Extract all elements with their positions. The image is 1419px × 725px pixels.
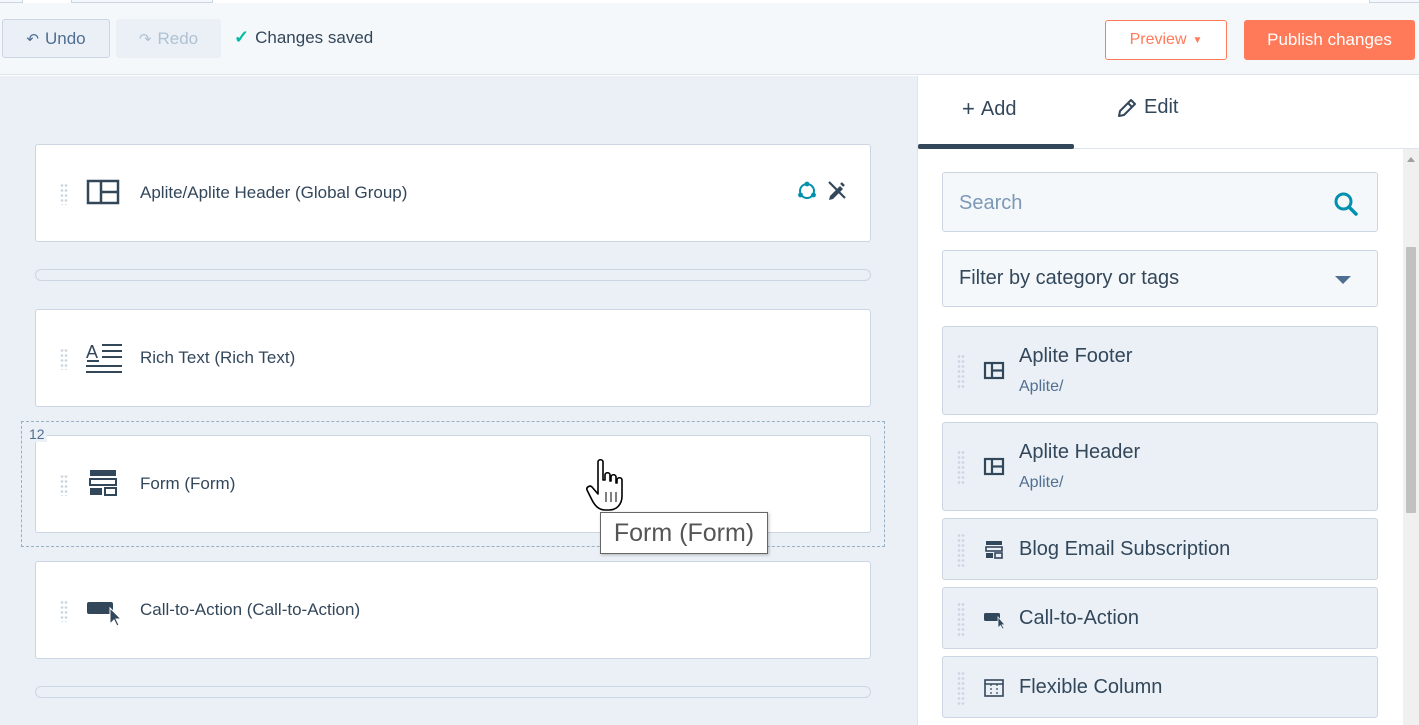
sidebar-panel: + Add Edit Filter by category or tags (917, 76, 1419, 725)
drop-zone-bar[interactable] (35, 269, 871, 281)
undo-label: Undo (44, 28, 86, 48)
hand-cursor-icon (586, 458, 623, 511)
preview-label: Preview (1129, 31, 1187, 48)
module-subtitle: Aplite/ (1019, 474, 1064, 491)
redo-label: Redo (157, 28, 199, 48)
module-list-item[interactable]: Call-to-Action (942, 587, 1378, 649)
module-title: Aplite Header (1019, 441, 1141, 463)
drag-handle-icon[interactable] (60, 600, 68, 622)
drag-handle-icon[interactable] (957, 533, 965, 567)
caret-down-icon: ▼ (1192, 34, 1203, 46)
pencil-icon (1118, 98, 1136, 117)
scroll-up-arrow-icon[interactable] (1407, 157, 1415, 162)
global-group-icon[interactable] (796, 179, 818, 201)
form-icon (985, 541, 1003, 559)
search-input[interactable] (959, 189, 1319, 217)
category-filter-dropdown[interactable]: Filter by category or tags (942, 250, 1378, 307)
layout-icon (86, 179, 120, 205)
module-subtitle: Aplite/ (1019, 378, 1064, 395)
checkmark-icon: ✓ (234, 27, 250, 47)
layout-icon (983, 361, 1005, 380)
publish-changes-button[interactable]: Publish changes (1244, 20, 1415, 60)
drag-handle-icon[interactable] (60, 348, 68, 370)
tab-add[interactable]: + Add (962, 96, 1016, 122)
preview-button[interactable]: Preview ▼ (1105, 20, 1227, 60)
drag-handle-icon[interactable] (60, 183, 68, 205)
tab-edit-label: Edit (1144, 96, 1179, 118)
editor-canvas: Aplite/Aplite Header (Global Group) A Ri… (0, 76, 917, 725)
module-label: Rich Text (Rich Text) (140, 348, 296, 367)
drop-zone-bar[interactable] (35, 686, 871, 698)
redo-icon: ↷ (138, 30, 152, 48)
undo-icon: ↶ (26, 30, 39, 48)
panel-scrollbar[interactable] (1403, 149, 1419, 725)
cta-icon (87, 602, 122, 626)
svg-text:A: A (86, 342, 98, 362)
cta-icon (984, 613, 1005, 629)
save-status: ✓ Changes saved (234, 27, 373, 48)
panel-tabs: + Add Edit (918, 76, 1419, 149)
rich-text-icon: A (86, 342, 122, 373)
tab-edit[interactable]: Edit (1116, 96, 1178, 119)
flexible-column-icon (984, 679, 1004, 697)
module-label: Aplite/Aplite Header (Global Group) (140, 183, 408, 202)
module-search (942, 172, 1378, 232)
drag-handle-icon[interactable] (957, 671, 965, 705)
edit-off-icon[interactable] (826, 179, 848, 201)
plus-icon: + (962, 96, 975, 121)
module-aplite-header[interactable]: Aplite/Aplite Header (Global Group) (35, 144, 871, 242)
editor-toolbar: ↶ Undo ↷ Redo ✓ Changes saved Preview ▼ … (0, 3, 1419, 75)
module-list-item[interactable]: Flexible Column (942, 656, 1378, 718)
module-title: Blog Email Subscription (1019, 538, 1231, 560)
module-call-to-action[interactable]: Call-to-Action (Call-to-Action) (35, 561, 871, 659)
redo-button[interactable]: ↷ Redo (116, 19, 221, 58)
search-icon[interactable] (1333, 191, 1359, 217)
module-index-badge: 12 (27, 426, 47, 442)
module-actions (796, 179, 848, 201)
drag-handle-icon[interactable] (957, 602, 965, 636)
module-title: Aplite Footer (1019, 345, 1133, 367)
module-list-item[interactable]: Aplite Header Aplite/ (942, 422, 1378, 511)
module-list-item[interactable]: Blog Email Subscription (942, 518, 1378, 580)
layout-icon (983, 457, 1005, 476)
tooltip: Form (Form) (600, 512, 768, 554)
filter-label: Filter by category or tags (959, 267, 1180, 289)
drag-handle-icon[interactable] (957, 450, 965, 484)
save-status-text: Changes saved (255, 27, 374, 47)
module-title: Call-to-Action (1019, 607, 1140, 629)
caret-down-icon (1335, 276, 1351, 284)
module-rich-text[interactable]: A Rich Text (Rich Text) (35, 309, 871, 407)
module-list-item[interactable]: Aplite Footer Aplite/ (942, 326, 1378, 415)
active-tab-indicator (918, 144, 1074, 149)
undo-button[interactable]: ↶ Undo (2, 19, 110, 58)
drag-handle-icon[interactable] (957, 354, 965, 388)
module-title: Flexible Column (1019, 676, 1163, 698)
scrollbar-thumb[interactable] (1406, 247, 1416, 513)
module-label: Call-to-Action (Call-to-Action) (140, 600, 361, 619)
publish-label: Publish changes (1267, 30, 1392, 49)
tab-add-label: Add (980, 97, 1017, 120)
